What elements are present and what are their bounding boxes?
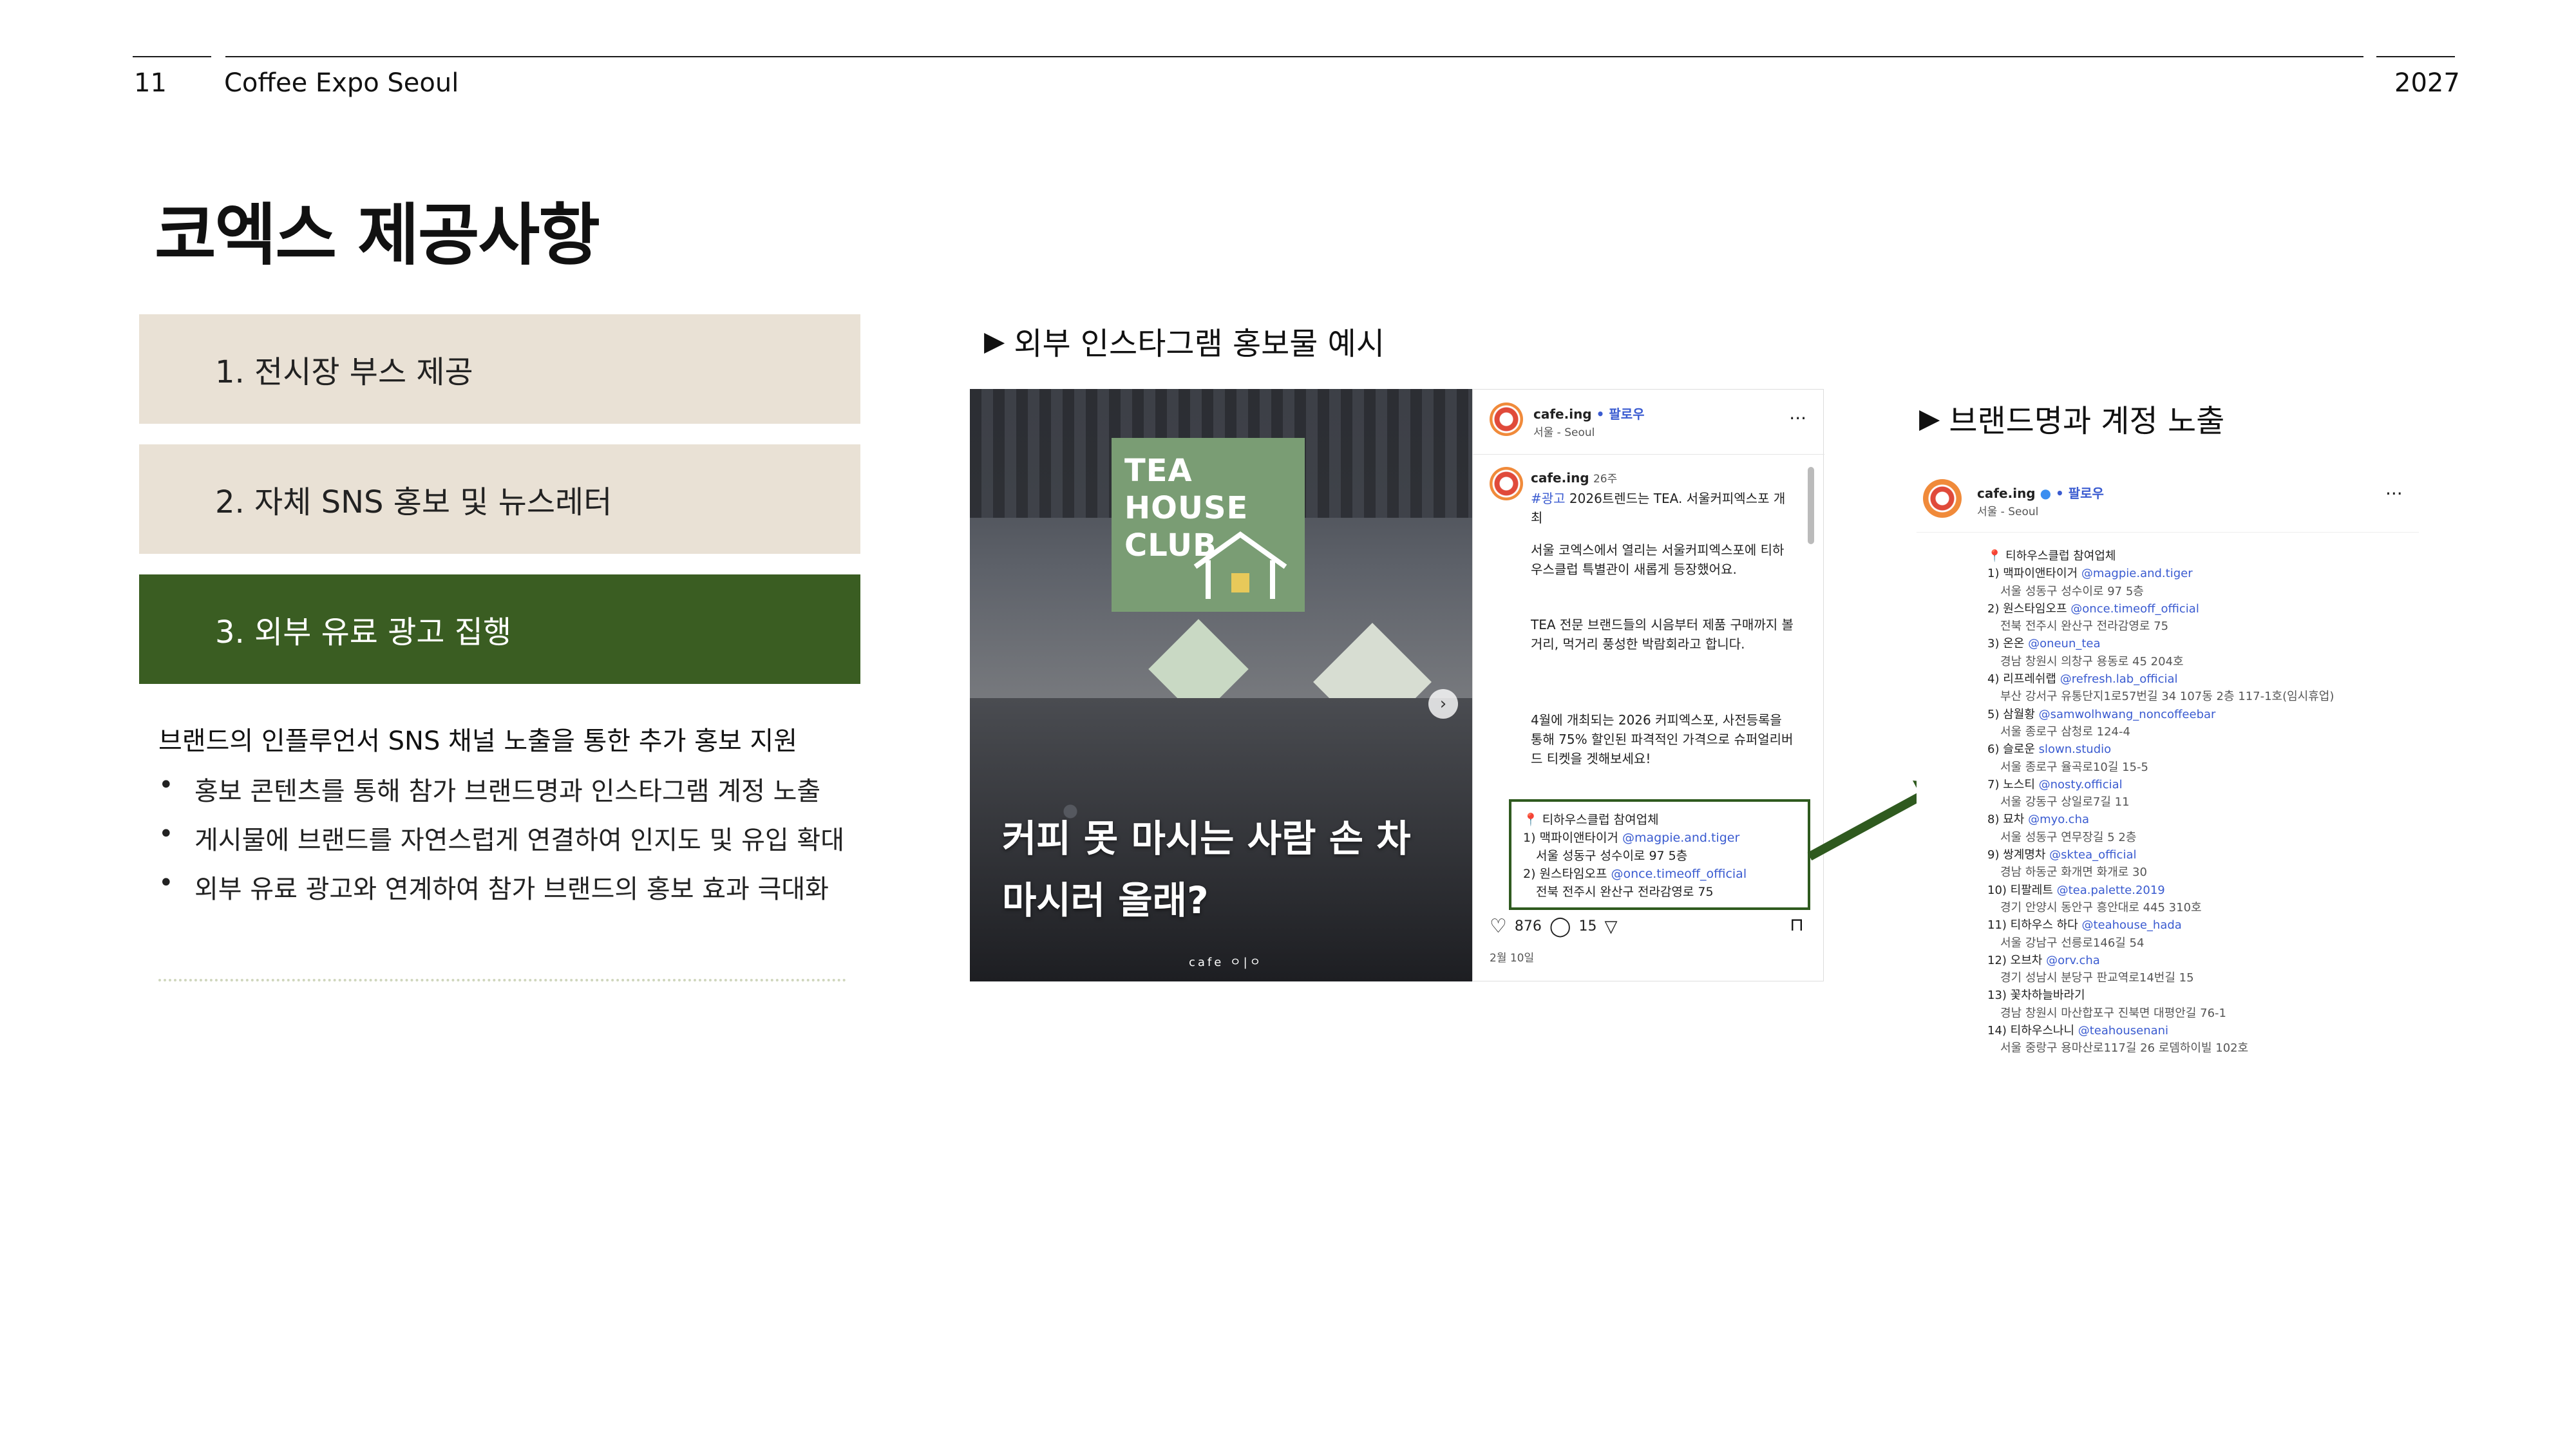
brand-handle[interactable]: @magpie.and.tiger <box>2081 567 2193 580</box>
brand-name: 9) 쌍계명차 <box>1987 848 2046 862</box>
list-item: 12) 오브차 @orv.cha <box>1987 952 2412 969</box>
brand-handle[interactable]: @refresh.lab_official <box>2060 672 2178 686</box>
list-item: 11) 티하우스 하다 @teahouse_hada <box>1987 916 2412 934</box>
brand-address: 서울 종로구 삼청로 124-4 <box>2000 724 2130 739</box>
divider <box>1917 532 2419 533</box>
brand-handle[interactable]: @orv.cha <box>2046 954 2100 967</box>
follow-link[interactable]: • 팔로우 <box>2056 486 2104 501</box>
brand-handle[interactable]: @teahousenani <box>2078 1024 2168 1037</box>
brand-address: 경기 성남시 분당구 판교역로14번길 15 <box>2000 971 2194 985</box>
list-item: 1) 맥파이앤타이거 @magpie.and.tiger <box>1987 565 2412 582</box>
brand-address: 부산 강서구 유통단지1로57번길 34 107동 2층 117-1호(임시휴업… <box>2000 690 2334 704</box>
brand-address: 서울 강동구 상일로7길 11 <box>2000 795 2130 810</box>
list-item: 2) 원스타임오프 @once.timeoff_official <box>1987 600 2412 618</box>
brand-handle[interactable]: @myo.cha <box>2028 813 2089 826</box>
brand-address: 서울 강남구 선릉로146길 54 <box>2000 936 2145 950</box>
brand-address: 서울 성동구 성수이로 97 5층 <box>2000 584 2144 598</box>
brand-address: 서울 성동구 연무장길 5 2층 <box>2000 830 2137 844</box>
list-item: 4) 리프레쉬랩 @refresh.lab_official <box>1987 670 2412 688</box>
brand-handle[interactable]: slown.studio <box>2039 743 2112 756</box>
brand-handle[interactable]: @sktea_official <box>2049 848 2136 862</box>
brand-name: 14) 티하우스나니 <box>1987 1024 2075 1038</box>
brand-handle[interactable]: @nosty.official <box>2039 778 2123 791</box>
brand-handle[interactable]: @teahouse_hada <box>2081 918 2181 932</box>
brand-list: 📍 티하우스클럽 참여업체 1) 맥파이앤타이거 @magpie.and.tig… <box>1987 547 2412 1057</box>
brand-address: 경남 하동군 화개면 화개로 30 <box>2000 866 2147 880</box>
brand-address: 경남 창원시 마산합포구 진북면 대평안길 76-1 <box>2000 1006 2226 1020</box>
verified-icon: ● <box>2040 486 2052 501</box>
brand-name: 12) 오브차 <box>1987 953 2043 967</box>
brand-name: 10) 티팔레트 <box>1987 883 2053 897</box>
brand-address: 경남 창원시 의창구 용동로 45 204호 <box>2000 654 2184 668</box>
more-icon[interactable]: ··· <box>2385 483 2403 504</box>
brand-list-screenshot: cafe.ing ● • 팔로우 서울 - Seoul ··· 📍 티하우스클럽… <box>1917 464 2419 1075</box>
brand-name: 5) 삼월황 <box>1987 707 2035 721</box>
list-account[interactable]: cafe.ing ● • 팔로우 <box>1977 483 2104 502</box>
brand-handle[interactable]: @samwolhwang_noncoffeebar <box>2039 708 2216 721</box>
brand-name: 13) 꽃차하늘바라기 <box>1987 989 2085 1003</box>
brand-name: 4) 리프레쉬랩 <box>1987 672 2056 687</box>
brand-name: 2) 원스타임오프 <box>1987 601 2067 616</box>
brand-handle[interactable]: @oneun_tea <box>2028 637 2100 650</box>
brand-name: 11) 티하우스 하다 <box>1987 918 2078 933</box>
list-item: 13) 꽃차하늘바라기 <box>1987 987 2412 1004</box>
brand-name: 6) 슬로운 <box>1987 743 2035 757</box>
list-item: 10) 티팔레트 @tea.palette.2019 <box>1987 882 2412 899</box>
brand-name: 1) 맥파이앤타이거 <box>1987 567 2078 581</box>
list-item: 3) 온온 @oneun_tea <box>1987 635 2412 652</box>
list-item: 9) 쌍계명차 @sktea_official <box>1987 846 2412 864</box>
list-location: 서울 - Seoul <box>1977 506 2039 518</box>
account-avatar[interactable] <box>1923 479 1962 518</box>
brand-handle[interactable]: @once.timeoff_official <box>2070 602 2199 616</box>
brand-address: 서울 중랑구 용마산로117길 26 로뎀하이빌 102호 <box>2000 1041 2249 1056</box>
list-item: 14) 티하우스나니 @teahousenani <box>1987 1022 2412 1039</box>
list-item: 7) 노스티 @nosty.official <box>1987 776 2412 793</box>
brand-name: 3) 온온 <box>1987 637 2025 651</box>
brand-name: 8) 묘차 <box>1987 813 2025 827</box>
account-name: cafe.ing <box>1977 486 2036 501</box>
brand-address: 전북 전주시 완산구 전라감영로 75 <box>2000 620 2169 634</box>
list-item: 8) 묘차 @myo.cha <box>1987 811 2412 828</box>
brand-address: 경기 안양시 동안구 흥안대로 445 310호 <box>2000 900 2202 914</box>
brand-handle[interactable]: @tea.palette.2019 <box>2057 884 2165 897</box>
list-item: 5) 삼월황 @samwolhwang_noncoffeebar <box>1987 706 2412 723</box>
list-title: 📍 티하우스클럽 참여업체 <box>1987 549 2116 563</box>
list-item: 6) 슬로운 slown.studio <box>1987 741 2412 758</box>
brand-name: 7) 노스티 <box>1987 777 2035 791</box>
brand-address: 서울 종로구 율곡로10길 15-5 <box>2000 760 2148 774</box>
